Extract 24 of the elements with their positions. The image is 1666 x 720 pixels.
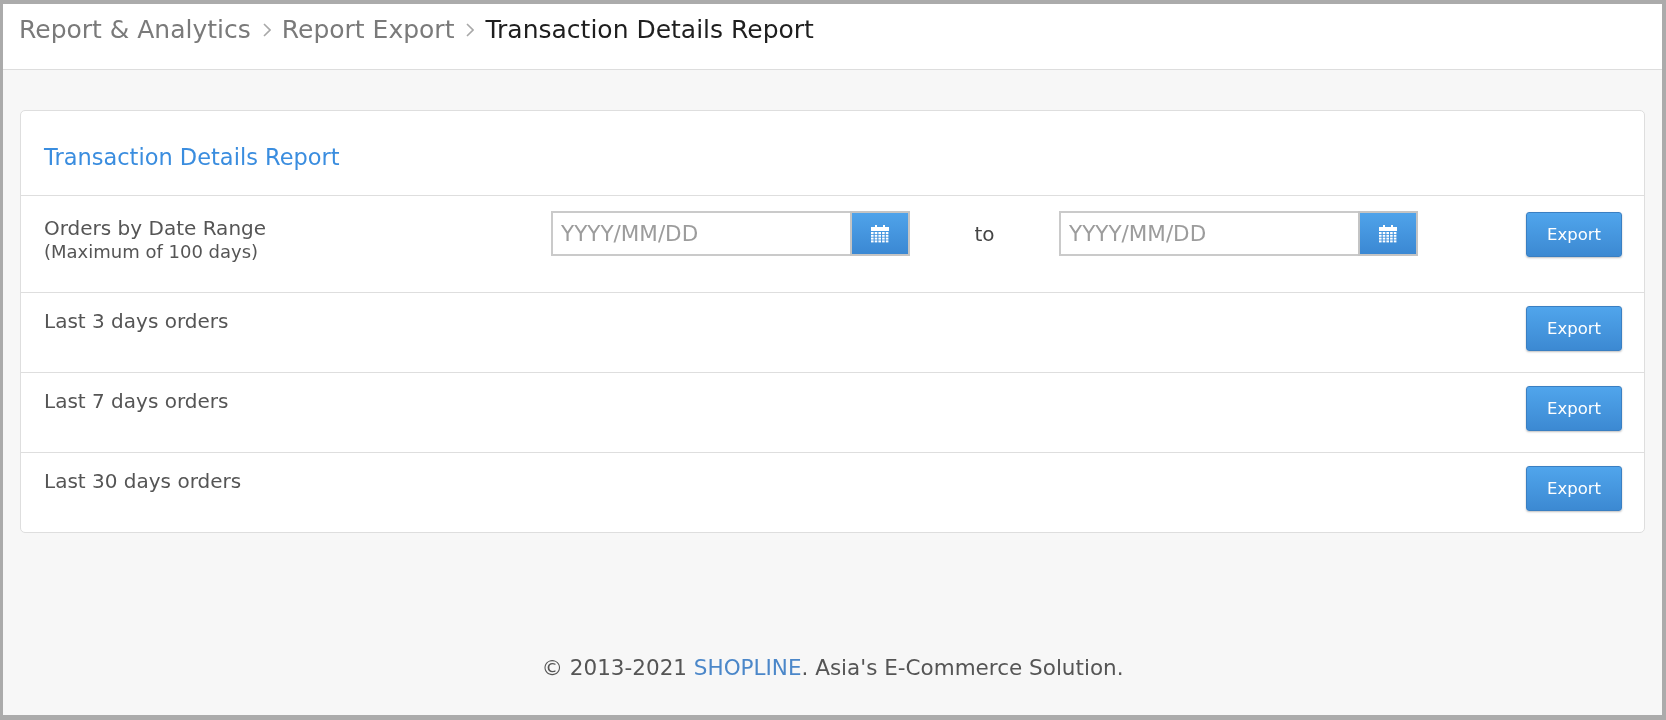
chevron-right-icon: [466, 23, 475, 37]
brand-link[interactable]: SHOPLINE: [693, 655, 802, 680]
row-note: (Maximum of 100 days): [44, 241, 259, 263]
range-separator: to: [974, 220, 995, 247]
card-title: Transaction Details Report: [44, 144, 340, 170]
breadcrumb-current: Transaction Details Report: [485, 15, 814, 45]
chevron-right-icon: [262, 23, 271, 37]
export-button[interactable]: Export: [1526, 386, 1622, 431]
calendar-button[interactable]: [850, 211, 910, 256]
breadcrumb-link[interactable]: Report Export: [281, 15, 455, 45]
row-label: Last 7 days orders: [44, 388, 229, 414]
calendar-icon: [1379, 224, 1397, 243]
calendar-button[interactable]: [1358, 211, 1418, 256]
row-label: Orders by Date Range: [44, 215, 267, 241]
export-button[interactable]: Export: [1526, 212, 1622, 257]
copyright-text: © 2013-2021 SHOPLINE. Asia's E-Commerce Solution.: [541, 654, 1124, 682]
breadcrumb-link[interactable]: Report & Analytics: [19, 15, 251, 45]
row-label: Last 30 days orders: [44, 468, 242, 494]
row-label: Last 3 days orders: [44, 308, 229, 334]
export-button[interactable]: Export: [1526, 466, 1622, 511]
date-input[interactable]: YYYY/MM/DD: [1059, 211, 1358, 256]
calendar-icon: [871, 224, 889, 243]
export-button[interactable]: Export: [1526, 306, 1622, 351]
date-input[interactable]: YYYY/MM/DD: [551, 211, 850, 256]
